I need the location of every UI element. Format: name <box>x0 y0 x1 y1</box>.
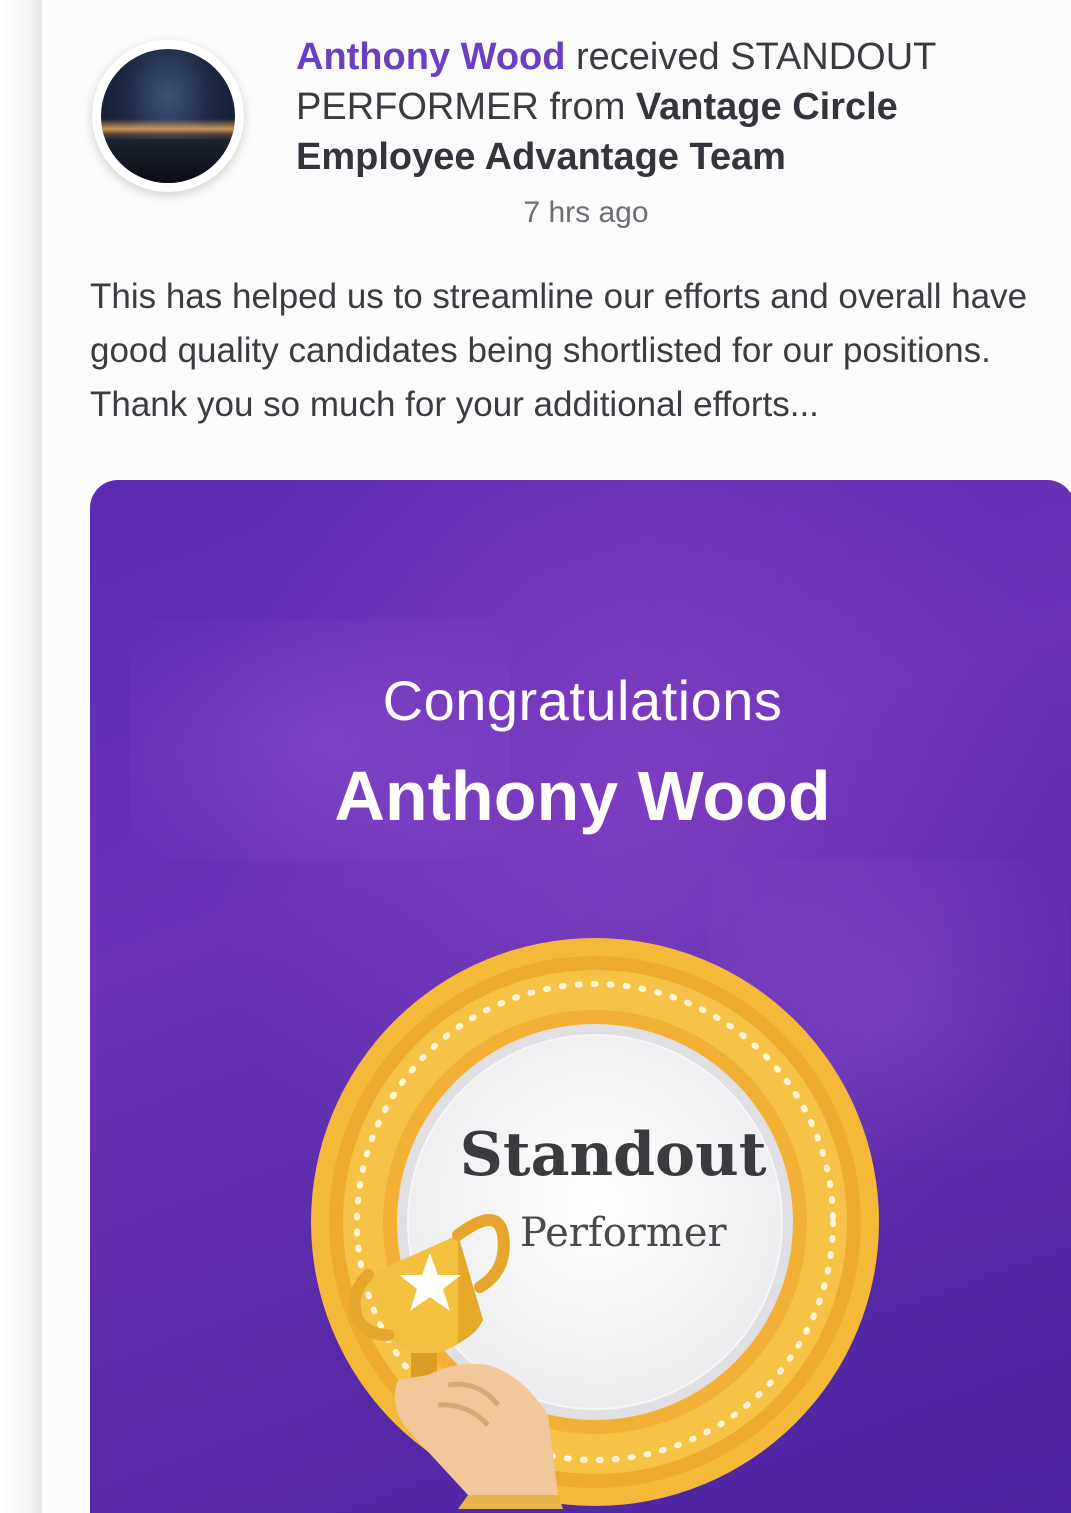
recipient-name-link[interactable]: Anthony Wood <box>296 36 565 78</box>
badge-subtitle: Performer <box>520 1210 727 1256</box>
avatar[interactable] <box>92 40 244 192</box>
award-recipient-name: Anthony Wood <box>334 757 831 835</box>
left-edge-shadow <box>0 0 42 1513</box>
avatar-photo <box>101 49 235 183</box>
post-headline: Anthony Wood received STANDOUT PERFORMER… <box>296 32 1016 182</box>
congratulations-label: Congratulations <box>382 669 783 732</box>
post-message: This has helped us to streamline our eff… <box>90 277 1028 424</box>
feed-page: Anthony Wood received STANDOUT PERFORMER… <box>0 0 1071 1513</box>
award-image-card[interactable]: Congratulations Anthony Wood Standout Pe… <box>90 480 1071 1513</box>
post-timestamp: 7 hrs ago <box>523 196 649 229</box>
badge-title: Standout <box>459 1120 767 1190</box>
